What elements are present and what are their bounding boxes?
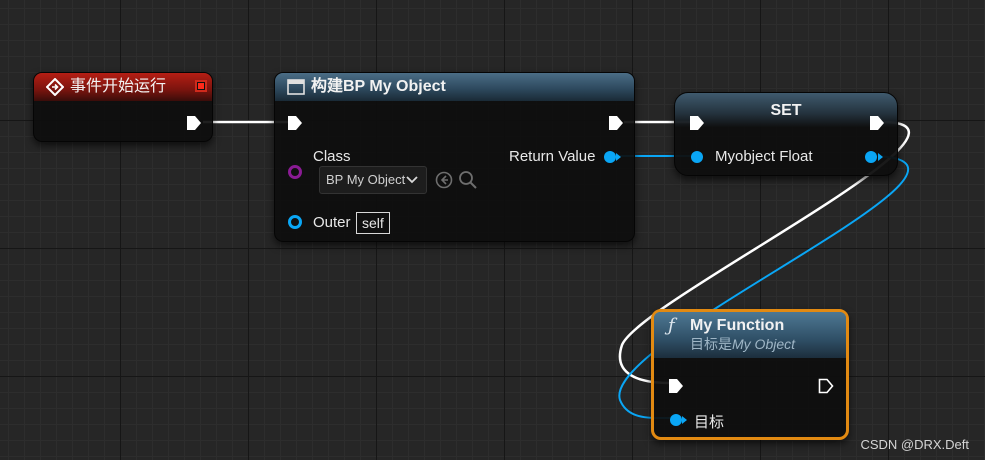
target-pin[interactable]	[668, 412, 688, 428]
browse-arrow-icon[interactable]	[435, 171, 453, 189]
return-value-pin[interactable]	[602, 149, 622, 165]
event-node-title: 事件开始运行	[70, 78, 167, 95]
function-node-header[interactable]: ƒ My Function 目标是My Object	[654, 312, 846, 358]
watermark-text: CSDN @DRX.Deft	[860, 437, 969, 452]
myobject-out-pin[interactable]	[863, 149, 885, 165]
construct-node-header[interactable]: 构建BP My Object	[275, 73, 634, 101]
class-dropdown[interactable]: BP My Object	[319, 166, 427, 194]
exec-out-pin-set[interactable]	[869, 115, 885, 131]
exec-in-pin-function[interactable]	[668, 378, 684, 394]
exec-in-pin-set[interactable]	[689, 115, 705, 131]
class-pin-label: Class	[313, 148, 351, 165]
exec-out-pin-function[interactable]	[818, 378, 834, 394]
return-value-label: Return Value	[509, 148, 596, 165]
function-subtitle-prefix: 目标是	[690, 336, 732, 352]
target-pin-label: 目标	[694, 414, 725, 431]
construct-window-icon	[287, 79, 305, 95]
set-variable-node[interactable]: SET Myobject Float	[674, 92, 898, 176]
event-diamond-icon	[46, 78, 64, 96]
my-function-node[interactable]: ƒ My Function 目标是My Object 目标	[651, 309, 849, 440]
myobject-in-pin[interactable]	[689, 149, 709, 165]
exec-in-pin-construct[interactable]	[287, 115, 303, 131]
function-node-subtitle: 目标是My Object	[690, 334, 795, 354]
exec-out-pin-construct[interactable]	[608, 115, 624, 131]
construct-node-title: 构建BP My Object	[311, 78, 446, 95]
chevron-down-icon	[406, 176, 418, 184]
set-node-title: SET	[770, 102, 802, 119]
exec-out-pin-event[interactable]	[186, 115, 202, 131]
construct-object-node[interactable]: 构建BP My Object Class BP My Object Outer …	[274, 72, 635, 242]
function-f-icon: ƒ	[668, 315, 675, 336]
class-pin[interactable]	[288, 165, 302, 179]
outer-pin[interactable]	[288, 215, 302, 229]
event-delegate-pin-inner	[198, 83, 204, 89]
outer-pin-label: Outer	[313, 214, 351, 231]
outer-self-value[interactable]: self	[356, 212, 390, 234]
function-subtitle-target: My Object	[732, 336, 796, 352]
event-begin-play-node[interactable]: 事件开始运行	[33, 72, 213, 142]
event-node-header[interactable]: 事件开始运行	[34, 73, 212, 101]
search-icon[interactable]	[458, 170, 478, 190]
class-dropdown-value: BP My Object	[326, 172, 406, 187]
myobject-float-label: Myobject Float	[715, 148, 813, 165]
